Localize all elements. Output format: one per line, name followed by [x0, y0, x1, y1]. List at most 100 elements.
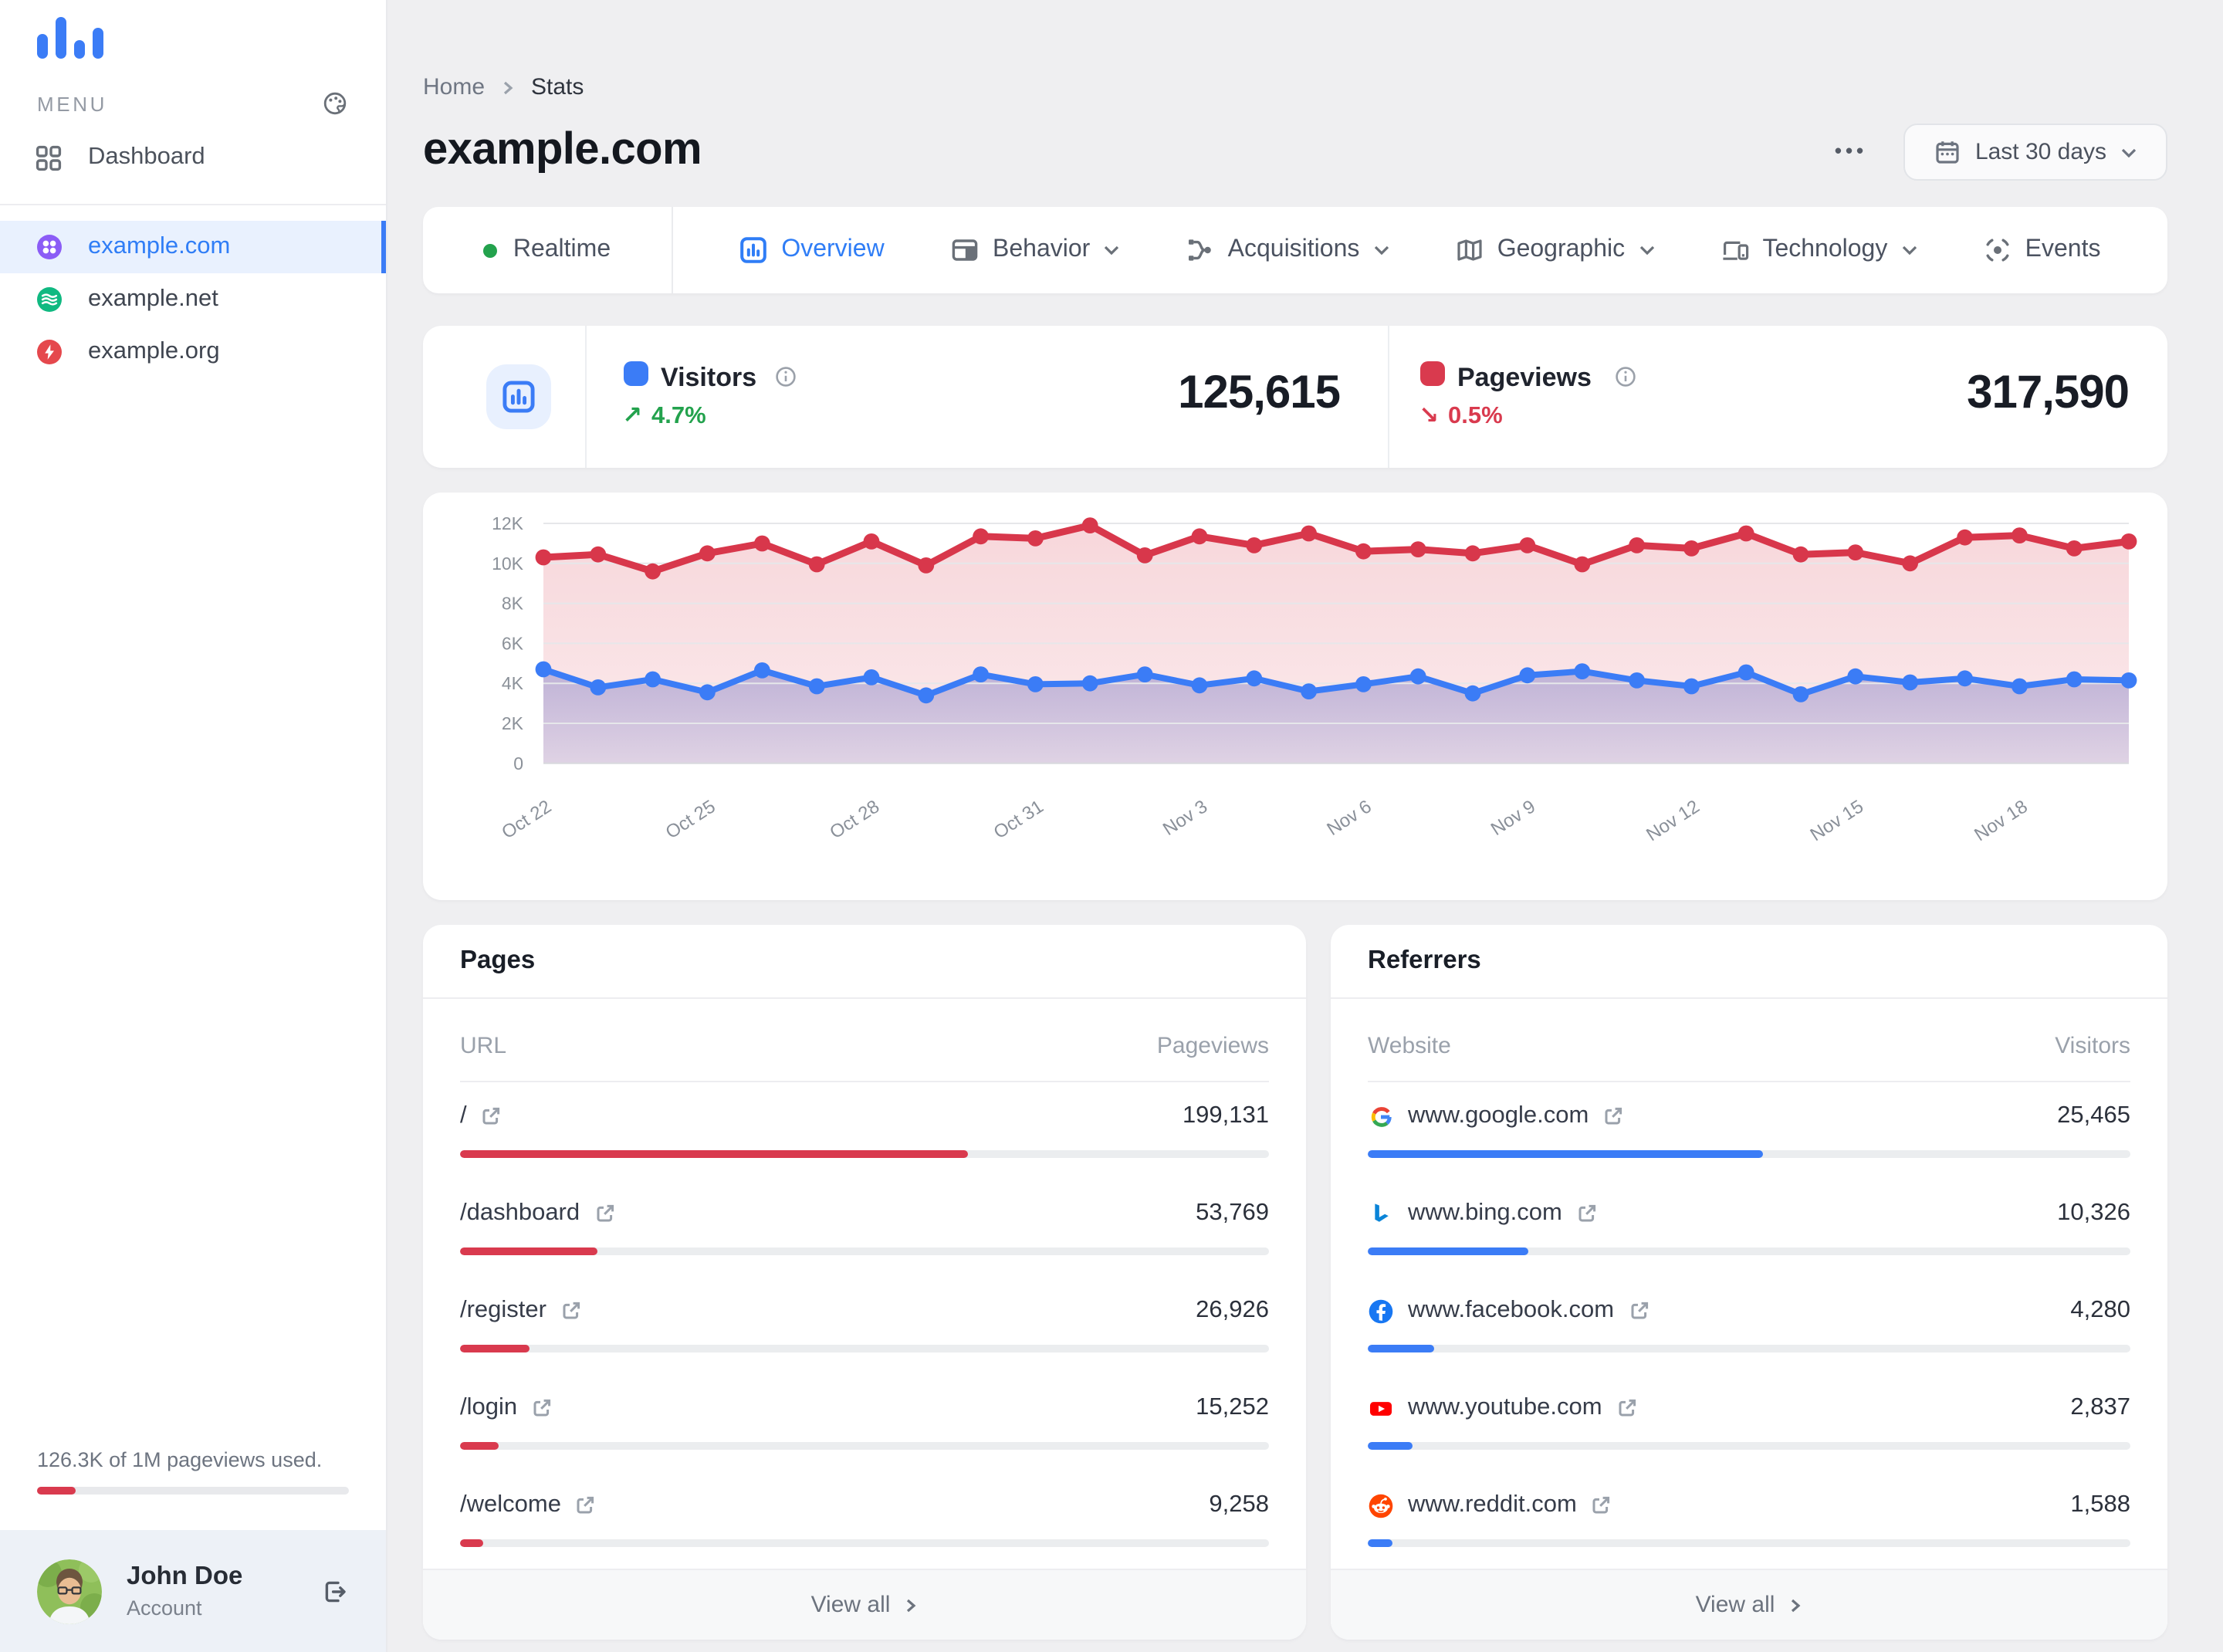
technology-icon [1722, 241, 1748, 260]
user-name: John Doe [127, 1562, 243, 1590]
progress-fill [460, 1539, 484, 1547]
progress-fill [460, 1150, 968, 1158]
tab-overview[interactable]: Overview [739, 236, 885, 264]
svg-text:8K: 8K [502, 594, 524, 614]
sidebar-item-example-com[interactable]: example.com [0, 221, 386, 273]
table-row: www.bing.com 10,326 [1368, 1178, 2130, 1275]
usage-text: 126.3K of 1M pageviews used. [37, 1448, 323, 1471]
page-url: /register [460, 1297, 546, 1323]
sidebar-item-label: Dashboard [88, 144, 205, 170]
behavior-icon [952, 239, 978, 261]
tab-behavior[interactable]: Behavior [951, 236, 1119, 264]
tab-label: Behavior [993, 236, 1091, 262]
external-link-icon[interactable] [1576, 1203, 1598, 1224]
chevron-right-icon [1791, 1598, 1800, 1612]
trend-down-icon: ↘ [1419, 403, 1439, 429]
external-link-icon[interactable] [1591, 1495, 1612, 1516]
external-link-icon[interactable] [560, 1300, 582, 1322]
progressbar [1368, 1247, 2130, 1255]
col-visitors: Visitors [2055, 1032, 2130, 1058]
kpi-divider [1388, 326, 1389, 468]
youtube-favicon [1369, 1401, 1392, 1415]
referrer-site: www.facebook.com [1408, 1297, 1615, 1323]
analytics-app: MENU Dashboard example.com example.net e… [0, 0, 2223, 1652]
app-logo-icon [37, 17, 103, 59]
referrer-value: 1,588 [2070, 1491, 2130, 1518]
progressbar [460, 1345, 1269, 1352]
referrer-site: www.google.com [1408, 1102, 1589, 1129]
progressbar [460, 1150, 1269, 1158]
info-icon[interactable] [1615, 366, 1636, 388]
tab-realtime[interactable]: Realtime [423, 207, 672, 293]
page-url: /welcome [460, 1491, 561, 1518]
table-row: / 199,131 [460, 1081, 1269, 1178]
external-link-icon[interactable] [594, 1203, 615, 1224]
info-icon[interactable] [775, 366, 797, 388]
referrer-value: 4,280 [2070, 1297, 2130, 1323]
tab-geographic[interactable]: Geographic [1456, 236, 1654, 264]
tab-acquisitions[interactable]: Acquisitions [1186, 236, 1389, 264]
tab-events[interactable]: Events [1984, 236, 2101, 264]
progressbar [1368, 1442, 2130, 1450]
usage-progress-fill [37, 1487, 76, 1495]
waves-site-icon [37, 287, 62, 312]
tab-label: Acquisitions [1227, 236, 1360, 262]
page-value: 53,769 [1196, 1200, 1269, 1226]
svg-text:Nov 3: Nov 3 [1159, 796, 1211, 840]
user-meta: John Doe Account [127, 1562, 296, 1620]
svg-text:4K: 4K [502, 673, 524, 693]
table-row: /dashboard 53,769 [460, 1178, 1269, 1275]
svg-text:0: 0 [513, 753, 523, 774]
svg-text:Oct 22: Oct 22 [498, 796, 555, 843]
svg-text:Oct 31: Oct 31 [990, 796, 1047, 843]
breadcrumb: Home Stats [423, 74, 584, 100]
pages-view-all-button[interactable]: View all [423, 1569, 1306, 1640]
external-link-icon[interactable] [531, 1397, 553, 1419]
date-range-button[interactable]: Last 30 days [1903, 124, 2167, 181]
logout-icon[interactable] [321, 1577, 349, 1605]
external-link-icon[interactable] [481, 1105, 502, 1127]
sidebar-item-example-net[interactable]: example.net [0, 273, 386, 326]
sidebar-item-dashboard[interactable]: Dashboard [36, 144, 205, 171]
theme-icon[interactable] [323, 91, 347, 116]
kpi-chart-tile-icon [486, 364, 551, 429]
kpi-summary-card: Visitors ↗ 4.7% 125,615 Pageviews ↘ 0.5%… [423, 326, 2167, 468]
table-row: /register 26,926 [460, 1275, 1269, 1373]
external-link-icon[interactable] [1616, 1397, 1638, 1419]
progress-fill [460, 1442, 499, 1450]
acquisitions-icon [1189, 239, 1212, 261]
referrer-site: www.youtube.com [1408, 1394, 1602, 1420]
site-label: example.org [88, 338, 220, 364]
progress-fill [460, 1345, 530, 1352]
avatar [37, 1559, 102, 1623]
page-value: 9,258 [1209, 1491, 1269, 1518]
tab-technology[interactable]: Technology [1721, 236, 1917, 264]
breadcrumb-home[interactable]: Home [423, 74, 485, 100]
progressbar [460, 1539, 1269, 1547]
menu-label: MENU [37, 92, 107, 115]
external-link-icon[interactable] [1628, 1300, 1649, 1322]
page-value: 15,252 [1196, 1394, 1269, 1420]
sidebar-item-example-org[interactable]: example.org [0, 326, 386, 378]
clover-site-icon [37, 235, 62, 259]
referrer-site: www.bing.com [1408, 1200, 1562, 1226]
svg-text:Oct 25: Oct 25 [662, 796, 719, 843]
visitors-delta: ↗ 4.7% [622, 402, 706, 429]
external-link-icon[interactable] [575, 1495, 597, 1516]
panel-divider [1331, 997, 2167, 999]
user-section[interactable]: John Doe Account [0, 1530, 386, 1652]
trend-up-icon: ↗ [622, 403, 642, 429]
referrers-column-headers: Website Visitors [1368, 1017, 2130, 1073]
more-options-button[interactable]: ••• [1820, 139, 1882, 162]
referrers-view-all-button[interactable]: View all [1331, 1569, 2167, 1640]
referrers-rows: www.google.com 25,465 www.bing.com 10,32… [1368, 1081, 2130, 1567]
tabbar: Realtime Overview Behavior Acquisitions … [423, 207, 2167, 293]
external-link-icon[interactable] [1602, 1105, 1624, 1127]
chevron-down-icon [1373, 245, 1389, 255]
table-row: /login 15,252 [460, 1373, 1269, 1470]
table-row: www.reddit.com 1,588 [1368, 1470, 2130, 1567]
dashboard-grid-icon [36, 144, 62, 171]
breadcrumb-current: Stats [531, 74, 584, 100]
chevron-down-icon [1104, 245, 1119, 255]
svg-text:Nov 18: Nov 18 [1971, 796, 2031, 845]
